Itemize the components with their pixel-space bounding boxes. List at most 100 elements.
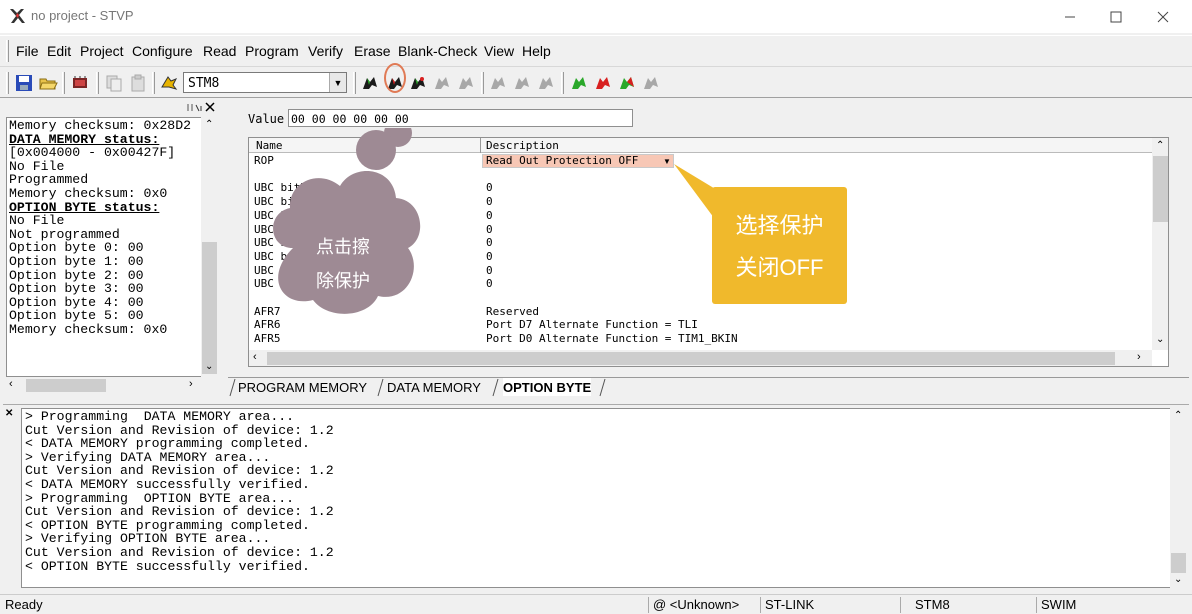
status-line: Option byte 1: 00 bbox=[9, 253, 144, 269]
chevron-left-icon[interactable]: ‹ bbox=[9, 378, 13, 390]
memory-tabs: PROGRAM MEMORY DATA MEMORY OPTION BYTE bbox=[228, 377, 1189, 397]
column-divider[interactable] bbox=[480, 138, 481, 153]
column-header-description[interactable]: Description bbox=[486, 139, 559, 152]
maximize-icon[interactable] bbox=[1093, 0, 1139, 33]
read-icon[interactable] bbox=[360, 73, 380, 93]
table-row[interactable]: AFR5 Port D0 Alternate Function = TIM1_BK… bbox=[249, 332, 1153, 345]
open-icon[interactable] bbox=[38, 73, 58, 93]
stvp-app-icon bbox=[10, 9, 25, 23]
vertical-scrollbar[interactable]: ⌃ ⌄ bbox=[1170, 408, 1187, 588]
program-icon[interactable] bbox=[408, 73, 428, 93]
menu-program[interactable]: Program bbox=[245, 43, 299, 59]
panel-controls-icon[interactable] bbox=[186, 101, 216, 113]
chevron-right-icon[interactable]: › bbox=[189, 378, 193, 390]
scroll-thumb[interactable] bbox=[267, 352, 1115, 365]
paste-icon[interactable] bbox=[128, 73, 148, 93]
scroll-thumb[interactable] bbox=[26, 379, 106, 392]
status-line: No File bbox=[9, 158, 65, 174]
value-label: Value bbox=[248, 112, 285, 126]
erase-all-icon[interactable] bbox=[593, 73, 613, 93]
toolbar-separator bbox=[152, 72, 155, 94]
menu-project[interactable]: Project bbox=[80, 43, 124, 59]
status-line: Memory checksum: 0x0 bbox=[9, 321, 168, 337]
vertical-scrollbar[interactable]: ⌃ ⌄ bbox=[1152, 138, 1168, 350]
annotation-line: 点击擦 bbox=[316, 237, 370, 257]
menu-file[interactable]: File bbox=[16, 43, 39, 59]
row-description: 0 bbox=[486, 249, 493, 263]
chevron-up-icon[interactable]: ⌃ bbox=[1156, 140, 1164, 151]
minimize-icon[interactable] bbox=[1047, 0, 1093, 33]
close-icon[interactable]: ✕ bbox=[5, 408, 13, 419]
horizontal-scrollbar[interactable]: ‹ › bbox=[249, 350, 1152, 366]
value-field[interactable]: 00 00 00 00 00 00 bbox=[288, 109, 633, 127]
table-row[interactable]: AFR6 Port D7 Alternate Function = TLI bbox=[249, 318, 1153, 331]
row-description: 0 bbox=[486, 263, 493, 277]
chevron-down-icon[interactable]: ⌄ bbox=[1174, 574, 1182, 585]
status-line: DATA MEMORY status: bbox=[9, 131, 160, 147]
tab-program-memory[interactable]: PROGRAM MEMORY bbox=[238, 378, 367, 396]
annotation-line: 选择保护 bbox=[735, 213, 824, 238]
row-description: 0 bbox=[486, 236, 493, 250]
status-divider bbox=[900, 597, 901, 613]
chevron-right-icon[interactable]: › bbox=[1137, 351, 1141, 363]
status-line: Option byte 0: 00 bbox=[9, 240, 144, 256]
tab-data-memory[interactable]: DATA MEMORY bbox=[387, 378, 481, 396]
menu-blank-check[interactable]: Blank-Check bbox=[398, 43, 477, 59]
toolbar-separator bbox=[481, 72, 484, 94]
menu-read[interactable]: Read bbox=[203, 43, 236, 59]
read-area-icon[interactable] bbox=[488, 73, 508, 93]
vertical-scrollbar[interactable]: ⌃ ⌄ bbox=[201, 117, 218, 377]
chevron-down-icon[interactable]: ⌄ bbox=[1156, 334, 1164, 345]
chevron-up-icon[interactable]: ⌃ bbox=[205, 119, 213, 130]
menu-configure[interactable]: Configure bbox=[132, 43, 193, 59]
chevron-left-icon[interactable]: ‹ bbox=[253, 351, 257, 363]
row-description: 0 bbox=[486, 208, 493, 222]
row-description: 0 bbox=[486, 195, 493, 209]
device-icon[interactable] bbox=[70, 73, 90, 93]
chevron-up-icon[interactable]: ⌃ bbox=[1174, 410, 1182, 421]
save-icon[interactable] bbox=[14, 73, 34, 93]
scroll-thumb[interactable] bbox=[1171, 553, 1186, 573]
toolbar-separator bbox=[62, 72, 65, 94]
tab-option-byte[interactable]: OPTION BYTE bbox=[503, 378, 592, 396]
status-divider bbox=[1036, 597, 1037, 613]
menu-help[interactable]: Help bbox=[522, 43, 551, 59]
verify-all-icon[interactable] bbox=[641, 73, 661, 93]
log-line: < DATA MEMORY successfully verified. bbox=[25, 476, 310, 492]
toolbar-grip bbox=[6, 72, 9, 94]
menu-verify[interactable]: Verify bbox=[308, 43, 343, 59]
connect-icon[interactable] bbox=[159, 73, 179, 93]
erase-area-icon[interactable] bbox=[512, 73, 532, 93]
row-name: AFR6 bbox=[254, 318, 281, 332]
close-icon[interactable] bbox=[1140, 0, 1186, 33]
menu-erase[interactable]: Erase bbox=[354, 43, 391, 59]
blank-check-icon[interactable] bbox=[456, 73, 476, 93]
row-description: Port D7 Alternate Function = TLI bbox=[486, 318, 698, 332]
program-all-icon[interactable] bbox=[617, 73, 637, 93]
scroll-thumb[interactable] bbox=[1153, 156, 1168, 222]
horizontal-scrollbar[interactable]: ‹ › bbox=[6, 377, 203, 394]
status-divider bbox=[760, 597, 761, 613]
menu-view[interactable]: View bbox=[484, 43, 514, 59]
annotation-note-text: 选择保护 关闭OFF bbox=[712, 205, 847, 289]
row-description: Read Out Protection OFF bbox=[486, 154, 639, 167]
chevron-down-icon[interactable]: ⌄ bbox=[205, 361, 213, 372]
status-ready: Ready bbox=[5, 597, 43, 612]
program-area-icon[interactable] bbox=[536, 73, 556, 93]
toolbar: STM8 ▼ bbox=[0, 66, 1192, 98]
status-text: Memory checksum: 0x28D2 DATA MEMORY statu… bbox=[6, 117, 203, 377]
menu-edit[interactable]: Edit bbox=[47, 43, 71, 59]
verify-icon[interactable] bbox=[432, 73, 452, 93]
status-line: [0x004000 - 0x00427F] bbox=[9, 145, 176, 161]
copy-icon[interactable] bbox=[104, 73, 124, 93]
scroll-thumb[interactable] bbox=[202, 242, 217, 374]
status-line: Option byte 3: 00 bbox=[9, 281, 144, 297]
chevron-down-icon[interactable]: ▼ bbox=[329, 73, 346, 92]
log-line: > Programming OPTION BYTE area... bbox=[25, 490, 295, 506]
panel-header bbox=[3, 100, 220, 114]
annotation-line: 除保护 bbox=[316, 271, 370, 291]
device-select[interactable]: STM8 ▼ bbox=[183, 72, 347, 93]
status-divider bbox=[648, 597, 649, 613]
read-all-icon[interactable] bbox=[569, 73, 589, 93]
row-description: 0 bbox=[486, 181, 493, 195]
